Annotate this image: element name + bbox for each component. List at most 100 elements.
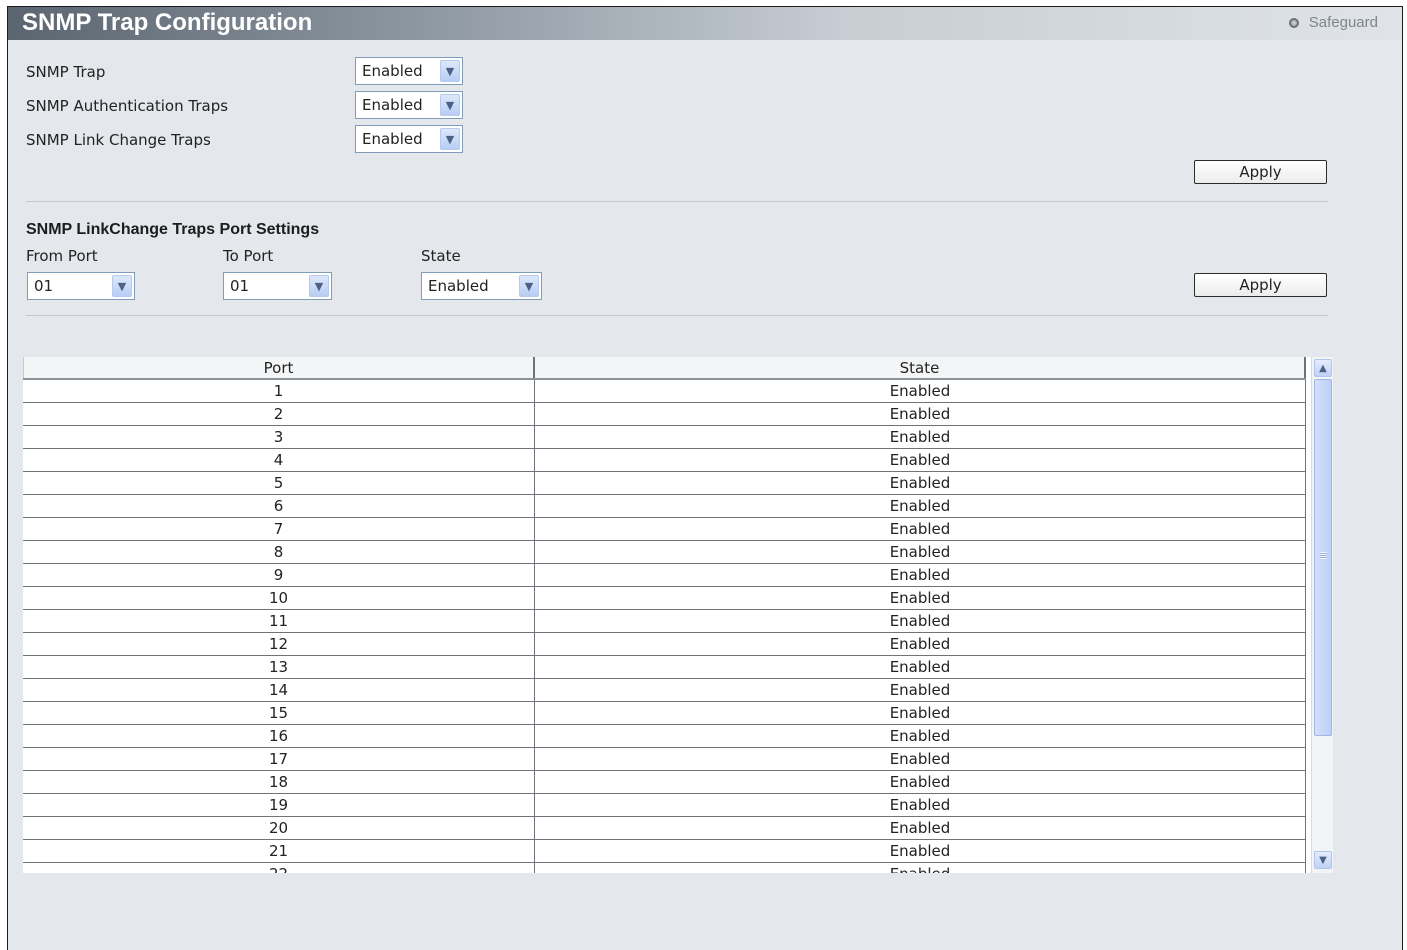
snmp-auth-traps-label: SNMP Authentication Traps	[26, 97, 229, 115]
chevron-down-icon[interactable]: ▼	[519, 275, 539, 297]
title-bar: SNMP Trap Configuration Safeguard	[8, 7, 1402, 40]
port-settings-title: SNMP LinkChange Traps Port Settings	[26, 221, 320, 238]
table-row[interactable]: 4 Enabled	[23, 449, 1306, 472]
state-value: Enabled	[428, 277, 489, 295]
state-cell: Enabled	[535, 702, 1306, 724]
from-port-select[interactable]: 01 ▼	[27, 272, 135, 300]
state-cell: Enabled	[535, 656, 1306, 678]
table-row[interactable]: 18 Enabled	[23, 771, 1306, 794]
safeguard-indicator: Safeguard	[1288, 14, 1378, 31]
state-cell: Enabled	[535, 748, 1306, 770]
state-cell: Enabled	[535, 518, 1306, 540]
port-cell: 8	[23, 541, 535, 563]
divider	[26, 315, 1328, 316]
port-cell: 14	[23, 679, 535, 701]
table-row[interactable]: 7 Enabled	[23, 518, 1306, 541]
state-cell: Enabled	[535, 633, 1306, 655]
table-row[interactable]: 11 Enabled	[23, 610, 1306, 633]
snmp-trap-label: SNMP Trap	[26, 63, 106, 81]
apply-global-button[interactable]: Apply	[1194, 160, 1327, 184]
snmp-trap-config-panel: SNMP Trap Configuration Safeguard SNMP T…	[7, 6, 1403, 950]
port-cell: 22	[23, 863, 535, 873]
apply-port-settings-button[interactable]: Apply	[1194, 273, 1327, 297]
safeguard-status-icon	[1288, 17, 1299, 28]
state-cell: Enabled	[535, 541, 1306, 563]
table-row[interactable]: 1 Enabled	[23, 380, 1306, 403]
port-cell: 21	[23, 840, 535, 862]
port-cell: 15	[23, 702, 535, 724]
state-cell: Enabled	[535, 610, 1306, 632]
table-row[interactable]: 19 Enabled	[23, 794, 1306, 817]
port-cell: 5	[23, 472, 535, 494]
from-port-value: 01	[34, 277, 54, 295]
port-column-header[interactable]: Port	[23, 357, 535, 378]
chevron-down-icon[interactable]: ▼	[440, 94, 460, 116]
port-cell: 18	[23, 771, 535, 793]
state-cell: Enabled	[535, 794, 1306, 816]
table-row[interactable]: 9 Enabled	[23, 564, 1306, 587]
state-cell: Enabled	[535, 449, 1306, 471]
safeguard-label: Safeguard	[1308, 14, 1378, 31]
table-body: 1 Enabled 2 Enabled 3 Enabled 4 Enabled 5 Enabled…	[23, 380, 1306, 873]
table-row[interactable]: 21 Enabled	[23, 840, 1306, 863]
state-cell: Enabled	[535, 587, 1306, 609]
snmp-link-change-traps-value: Enabled	[362, 130, 423, 148]
table-row[interactable]: 10 Enabled	[23, 587, 1306, 610]
snmp-auth-traps-select[interactable]: Enabled ▼	[355, 91, 463, 119]
snmp-link-change-traps-select[interactable]: Enabled ▼	[355, 125, 463, 153]
port-cell: 1	[23, 380, 535, 402]
state-cell: Enabled	[535, 817, 1306, 839]
table-row[interactable]: 16 Enabled	[23, 725, 1306, 748]
table-row[interactable]: 3 Enabled	[23, 426, 1306, 449]
table-row[interactable]: 6 Enabled	[23, 495, 1306, 518]
table-row[interactable]: 2 Enabled	[23, 403, 1306, 426]
page-title: SNMP Trap Configuration	[22, 9, 313, 36]
state-label: State	[421, 247, 461, 265]
table-row[interactable]: 20 Enabled	[23, 817, 1306, 840]
from-port-label: From Port	[26, 247, 98, 265]
table-header: Port State	[23, 357, 1306, 380]
table-row[interactable]: 12 Enabled	[23, 633, 1306, 656]
table-row[interactable]: 17 Enabled	[23, 748, 1306, 771]
port-cell: 19	[23, 794, 535, 816]
chevron-down-icon[interactable]: ▼	[309, 275, 329, 297]
table-row[interactable]: 13 Enabled	[23, 656, 1306, 679]
table-scrollbar[interactable]: ▲ ▼	[1311, 357, 1333, 873]
port-cell: 17	[23, 748, 535, 770]
state-cell: Enabled	[535, 380, 1306, 402]
port-cell: 9	[23, 564, 535, 586]
state-cell: Enabled	[535, 840, 1306, 862]
scroll-down-icon[interactable]: ▼	[1314, 851, 1332, 869]
state-cell: Enabled	[535, 564, 1306, 586]
port-cell: 10	[23, 587, 535, 609]
state-cell: Enabled	[535, 725, 1306, 747]
snmp-trap-value: Enabled	[362, 62, 423, 80]
scrollbar-thumb[interactable]	[1314, 379, 1332, 736]
snmp-trap-select[interactable]: Enabled ▼	[355, 57, 463, 85]
state-cell: Enabled	[535, 771, 1306, 793]
chevron-down-icon[interactable]: ▼	[112, 275, 132, 297]
table-row[interactable]: 15 Enabled	[23, 702, 1306, 725]
chevron-down-icon[interactable]: ▼	[440, 128, 460, 150]
state-cell: Enabled	[535, 679, 1306, 701]
port-cell: 6	[23, 495, 535, 517]
snmp-auth-traps-value: Enabled	[362, 96, 423, 114]
table-row[interactable]: 14 Enabled	[23, 679, 1306, 702]
state-column-header[interactable]: State	[535, 357, 1306, 378]
port-cell: 3	[23, 426, 535, 448]
port-cell: 4	[23, 449, 535, 471]
grip-icon	[1320, 552, 1327, 559]
port-cell: 7	[23, 518, 535, 540]
state-select[interactable]: Enabled ▼	[421, 272, 542, 300]
port-state-table: Port State 1 Enabled 2 Enabled 3 Enabled 4 Enab…	[23, 357, 1333, 873]
table-row[interactable]: 8 Enabled	[23, 541, 1306, 564]
chevron-down-icon[interactable]: ▼	[440, 60, 460, 82]
table-row[interactable]: 5 Enabled	[23, 472, 1306, 495]
scroll-up-icon[interactable]: ▲	[1314, 359, 1332, 377]
port-cell: 11	[23, 610, 535, 632]
port-cell: 16	[23, 725, 535, 747]
state-cell: Enabled	[535, 403, 1306, 425]
table-row[interactable]: 22Enabled	[23, 863, 1306, 873]
port-cell: 2	[23, 403, 535, 425]
to-port-select[interactable]: 01 ▼	[223, 272, 332, 300]
